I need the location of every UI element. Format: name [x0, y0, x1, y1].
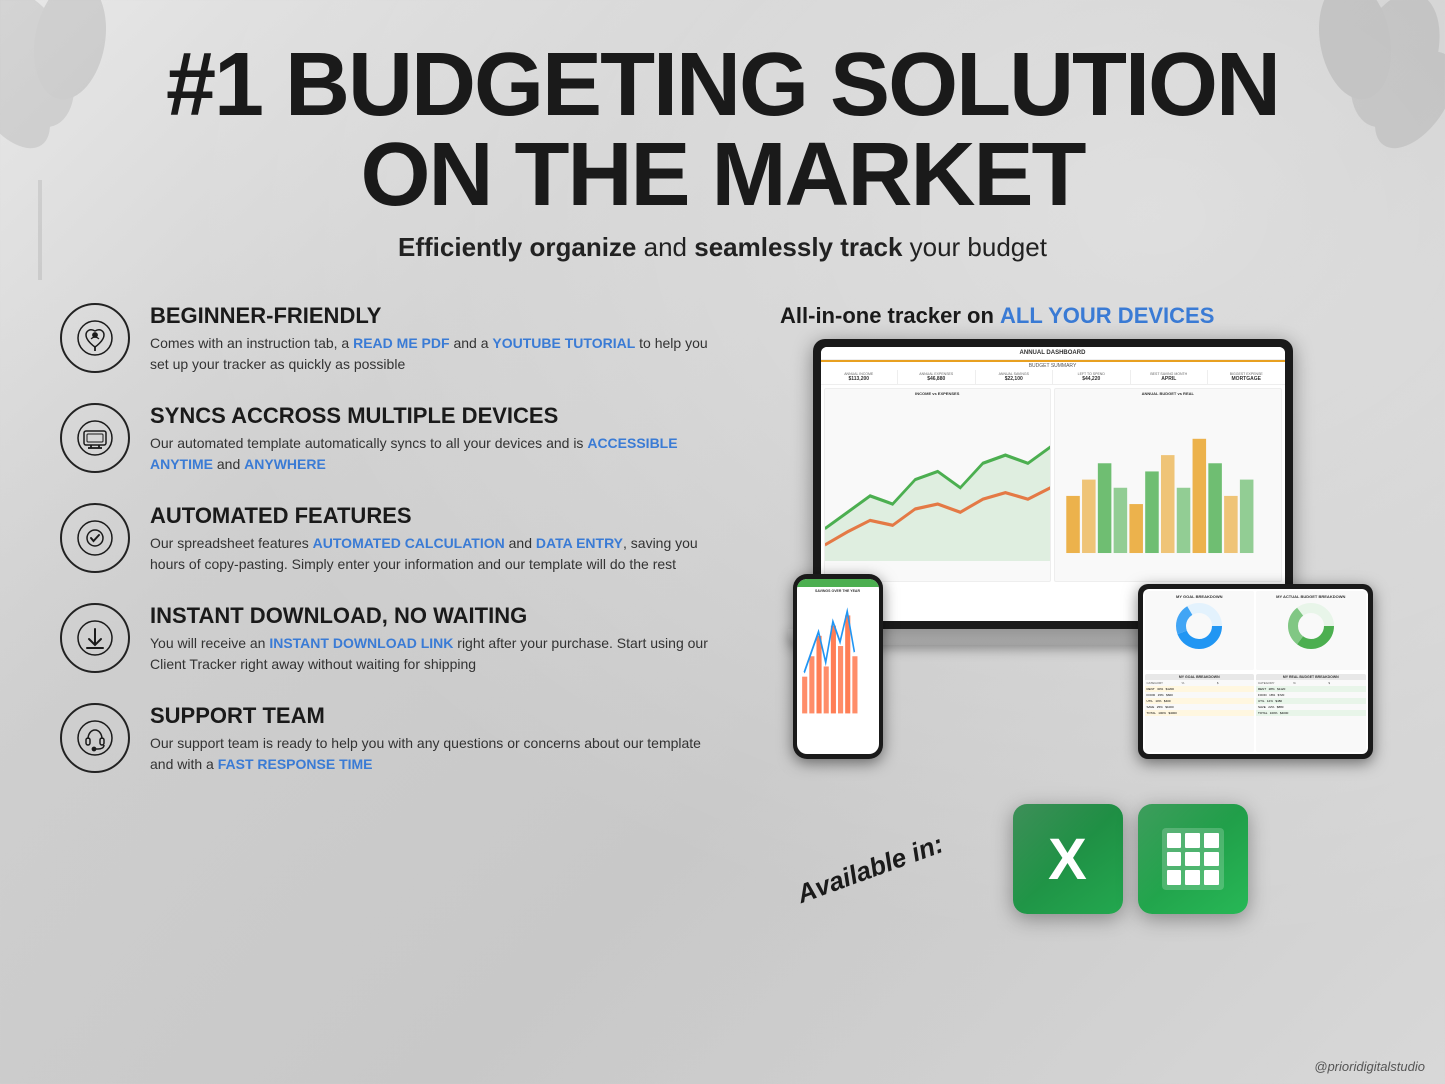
download-icon: [60, 603, 130, 673]
tablet-screen: MY GOAL BREAKDOWN MY ACTUAL BUDGET BREAK…: [1143, 589, 1368, 754]
tablet-mockup: MY GOAL BREAKDOWN MY ACTUAL BUDGET BREAK…: [1138, 584, 1373, 759]
watermark: @prioridigitalstudio: [1314, 1059, 1425, 1074]
feature-support-desc: Our support team is ready to help you wi…: [150, 733, 710, 775]
phone-mockup: SAVINGS OVER THE YEAR: [793, 574, 883, 759]
feature-beginner-title: BEGINNER-FRIENDLY: [150, 303, 710, 329]
devices-sync-icon: [60, 403, 130, 473]
sheets-icon: [1138, 804, 1248, 914]
feature-support: SUPPORT TEAM Our support team is ready t…: [60, 703, 710, 775]
device-header-blue: ALL YOUR DEVICES: [1000, 303, 1214, 328]
device-header-text: All-in-one tracker on: [780, 303, 1000, 328]
feature-beginner-desc: Comes with an instruction tab, a READ ME…: [150, 333, 710, 375]
feature-beginner-text: BEGINNER-FRIENDLY Comes with an instruct…: [150, 303, 710, 375]
subtitle: Efficiently organize and seamlessly trac…: [60, 232, 1385, 263]
feature-automated: AUTOMATED FEATURES Our spreadsheet featu…: [60, 503, 710, 575]
phone-screen: SAVINGS OVER THE YEAR: [797, 579, 879, 754]
plant-money-icon: [60, 303, 130, 373]
checkmark-gear-icon: [60, 503, 130, 573]
feature-support-text: SUPPORT TEAM Our support team is ready t…: [150, 703, 710, 775]
page-container: #1 BUDGETING SOLUTION ON THE MARKET Effi…: [0, 0, 1445, 1084]
content-area: BEGINNER-FRIENDLY Comes with an instruct…: [60, 303, 1385, 919]
device-column: All-in-one tracker on ALL YOUR DEVICES A…: [750, 303, 1385, 919]
feature-automated-text: AUTOMATED FEATURES Our spreadsheet featu…: [150, 503, 710, 575]
available-text: Available in:: [793, 830, 947, 909]
feature-automated-desc: Our spreadsheet features AUTOMATED CALCU…: [150, 533, 710, 575]
app-icons-row: X: [1013, 804, 1248, 914]
devices-showcase: ANNUAL DASHBOARD BUDGET SUMMARY ANNUAL I…: [793, 339, 1373, 779]
feature-syncs-text: SYNCS ACCROSS MULTIPLE DEVICES Our autom…: [150, 403, 710, 475]
feature-syncs-desc: Our automated template automatically syn…: [150, 433, 710, 475]
feature-syncs-title: SYNCS ACCROSS MULTIPLE DEVICES: [150, 403, 710, 429]
feature-automated-title: AUTOMATED FEATURES: [150, 503, 710, 529]
feature-instant-download: INSTANT DOWNLOAD, NO WAITING You will re…: [60, 603, 710, 675]
features-column: BEGINNER-FRIENDLY Comes with an instruct…: [60, 303, 710, 919]
feature-support-title: SUPPORT TEAM: [150, 703, 710, 729]
feature-download-text: INSTANT DOWNLOAD, NO WAITING You will re…: [150, 603, 710, 675]
feature-download-title: INSTANT DOWNLOAD, NO WAITING: [150, 603, 710, 629]
header-section: #1 BUDGETING SOLUTION ON THE MARKET Effi…: [60, 20, 1385, 273]
device-header: All-in-one tracker on ALL YOUR DEVICES: [780, 303, 1214, 329]
main-title: #1 BUDGETING SOLUTION ON THE MARKET: [60, 40, 1385, 220]
feature-syncs-devices: SYNCS ACCROSS MULTIPLE DEVICES Our autom…: [60, 403, 710, 475]
feature-download-desc: You will receive an INSTANT DOWNLOAD LIN…: [150, 633, 710, 675]
headset-icon: [60, 703, 130, 773]
feature-beginner-friendly: BEGINNER-FRIENDLY Comes with an instruct…: [60, 303, 710, 375]
excel-icon: X: [1013, 804, 1123, 914]
dashboard-display: ANNUAL DASHBOARD BUDGET SUMMARY ANNUAL I…: [821, 347, 1285, 621]
